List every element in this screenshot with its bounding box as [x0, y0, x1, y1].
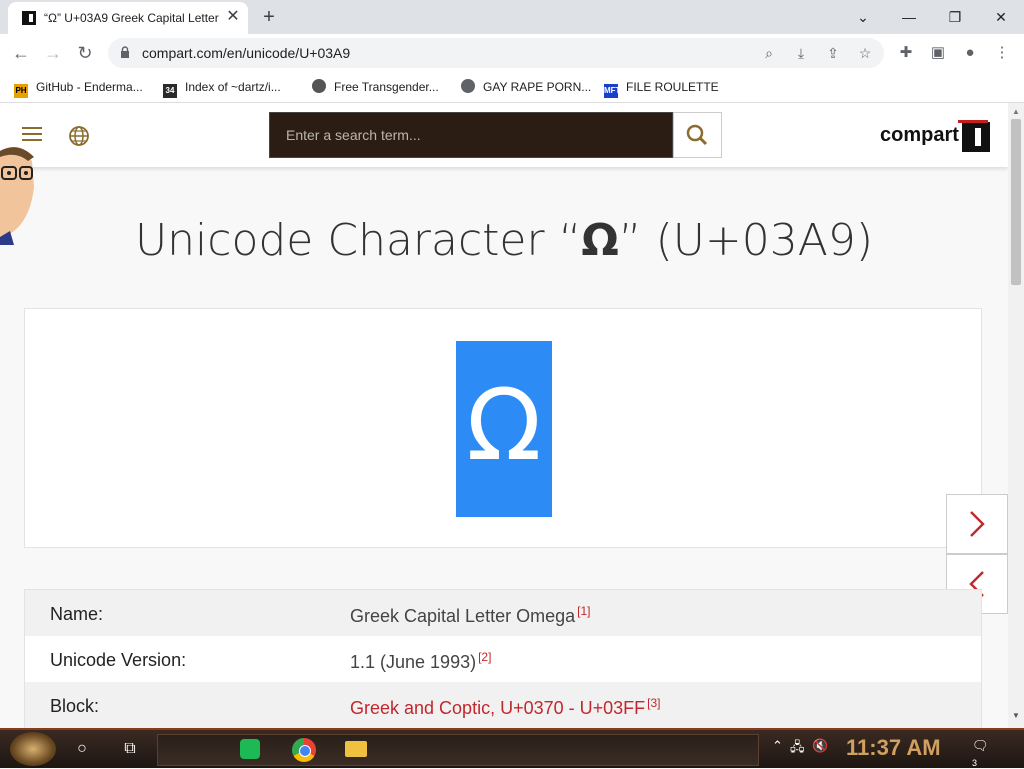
volume-muted-icon[interactable]: 🔇 — [812, 738, 828, 754]
file-explorer-app-icon[interactable] — [345, 741, 367, 757]
site-header: compart — [0, 103, 1008, 167]
taskbar: ○ ⧉ ⌃ 🖧 🔇 11:37 AM 🗨3 — [0, 728, 1024, 768]
language-globe-icon[interactable] — [68, 125, 90, 147]
glyph-box: Ω — [456, 341, 552, 517]
person-icon — [312, 79, 326, 93]
browser-toolbar: ← → ↻ compart.com/en/unicode/U+03A9 ⌕ ⤓ … — [0, 34, 1024, 72]
cortana-circle-icon[interactable]: ○ — [68, 736, 96, 762]
tab-title: “Ω” U+03A9 Greek Capital Letter Omega — [44, 11, 222, 25]
bookmarks-bar: PH GitHub - Enderma... 34 Index of ~dartz/… — [0, 72, 1024, 103]
extensions-icon[interactable]: ✚ — [894, 40, 918, 66]
mft-icon: MFT — [604, 84, 620, 98]
taskbar-clock[interactable]: 11:37 AM — [846, 735, 941, 761]
reference-link[interactable]: [2] — [478, 650, 491, 664]
tab-strip: “Ω” U+03A9 Greek Capital Letter Omega ✕ … — [0, 0, 1024, 34]
scroll-up-icon[interactable]: ▲ — [1012, 107, 1020, 116]
property-value: Greek Capital Letter Omega [1] — [350, 604, 591, 626]
minimize-button[interactable]: — — [886, 4, 932, 30]
property-name: Unicode Version: — [50, 650, 187, 670]
tray-chevron-icon[interactable]: ⌃ — [772, 738, 783, 754]
ph-icon: PH — [14, 84, 28, 98]
notification-center-icon[interactable]: 🗨3 — [972, 738, 992, 768]
url-text: compart.com/en/unicode/U+03A9 — [142, 45, 351, 61]
bookmark-item[interactable]: 34 Index of ~dartz/i... — [163, 78, 281, 98]
glyph-preview-panel: Ω — [24, 308, 982, 548]
reference-link[interactable]: [3] — [647, 696, 660, 710]
bookmark-item[interactable]: Free Transgender... — [312, 78, 439, 96]
task-view-icon[interactable]: ⧉ — [116, 736, 144, 762]
back-arrow-icon[interactable]: ← — [8, 40, 34, 66]
reload-icon[interactable]: ↻ — [72, 40, 98, 66]
search-input[interactable] — [269, 112, 673, 158]
network-icon[interactable]: 🖧 — [790, 738, 805, 760]
side-panel-icon[interactable]: ▣ — [926, 40, 950, 66]
zoom-search-icon[interactable]: ⌕ — [758, 42, 780, 64]
lock-icon — [121, 46, 129, 58]
bookmark-item[interactable]: MFT FILE ROULETTE — [604, 78, 719, 98]
glyph-omega: Ω — [466, 369, 542, 483]
search-button[interactable] — [673, 112, 722, 158]
compart-logo[interactable]: compart — [880, 120, 992, 154]
page-scrollbar[interactable]: ▲ ▼ — [1008, 103, 1024, 728]
compart-logo-mark-icon — [958, 120, 990, 152]
table-row: Name: Greek Capital Letter Omega [1] — [25, 590, 981, 636]
maximize-button[interactable]: ❐ — [932, 4, 978, 30]
tab-close-icon[interactable]: ✕ — [224, 8, 242, 26]
menu-kebab-icon[interactable]: ⋮ — [990, 40, 1014, 66]
table-row: Unicode Version: 1.1 (June 1993) [2] — [25, 636, 981, 682]
scroll-down-icon[interactable]: ▼ — [1012, 711, 1020, 720]
properties-table: Name: Greek Capital Letter Omega [1] Unic… — [24, 589, 982, 728]
compart-favicon-icon — [22, 11, 36, 25]
block-link[interactable]: Greek and Coptic, U+0370 - U+03FF [3] — [350, 696, 661, 719]
bookmark-item[interactable]: PH GitHub - Enderma... — [14, 78, 143, 98]
web-page: compart Unicode Character “Ω” (U+03A9) Ω… — [0, 103, 1008, 728]
forward-arrow-icon[interactable]: → — [40, 40, 66, 66]
next-character-button[interactable] — [946, 494, 1008, 554]
start-button[interactable] — [10, 732, 56, 766]
property-name: Block: — [50, 696, 100, 716]
new-tab-button[interactable]: + — [258, 6, 280, 28]
tab-search-button[interactable]: ⌄ — [840, 4, 886, 30]
address-bar[interactable]: compart.com/en/unicode/U+03A9 ⌕ ⤓ ⇪ ☆ — [108, 38, 884, 68]
page-title: Unicode Character “Ω” (U+03A9) — [134, 215, 874, 266]
index-icon: 34 — [163, 84, 177, 98]
scroll-thumb[interactable] — [1011, 119, 1021, 285]
table-row: Block: Greek and Coptic, U+0370 - U+03FF… — [25, 682, 981, 728]
close-window-button[interactable]: ✕ — [978, 4, 1024, 30]
chrome-app-icon[interactable] — [292, 738, 316, 762]
property-name: Name: — [50, 604, 104, 624]
property-value: 1.1 (June 1993) [2] — [350, 650, 492, 672]
bookmark-item[interactable]: GAY RAPE PORN... — [461, 78, 591, 96]
reference-link[interactable]: [1] — [577, 604, 590, 618]
install-icon[interactable]: ⤓ — [790, 42, 812, 64]
share-icon[interactable]: ⇪ — [822, 42, 844, 64]
profile-avatar-icon[interactable]: ● — [958, 40, 982, 66]
globe-icon — [461, 79, 475, 93]
spotify-app-icon[interactable] — [240, 739, 260, 759]
bookmark-star-icon[interactable]: ☆ — [854, 42, 876, 64]
active-tab[interactable]: “Ω” U+03A9 Greek Capital Letter Omega ✕ — [8, 2, 248, 34]
magnifier-icon — [686, 124, 708, 146]
chevron-right-icon — [970, 511, 985, 537]
